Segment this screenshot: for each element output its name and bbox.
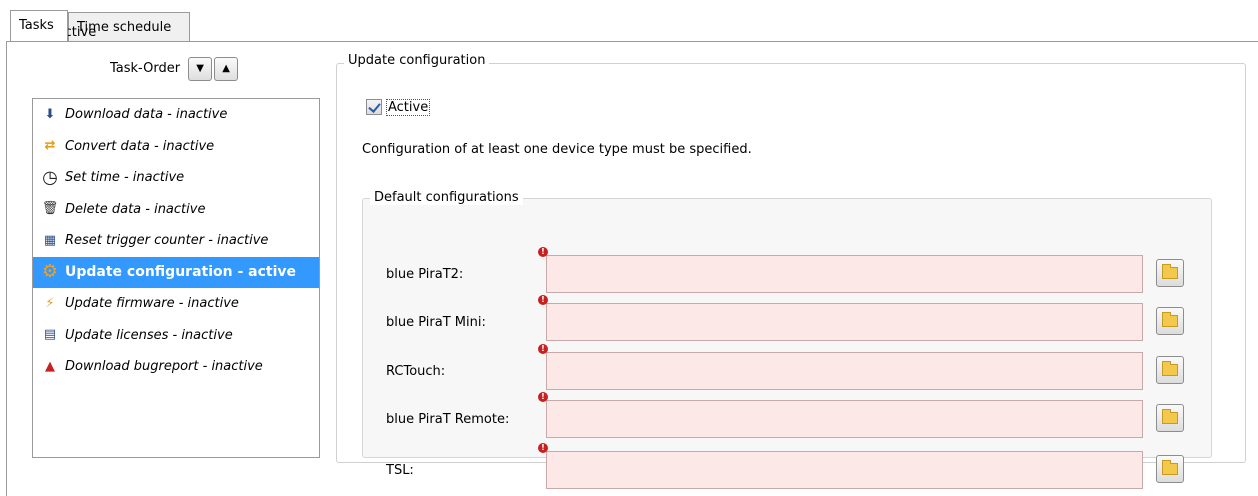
config-row-blue-pirat2: blue PiraT2: !: [0, 247, 1258, 295]
config-row-blue-pirat-remote: blue PiraT Remote: !: [0, 392, 1258, 440]
counter-icon: ▦: [43, 232, 57, 248]
error-icon: !: [538, 344, 548, 354]
config-row-rctouch: RCTouch: !: [0, 344, 1258, 392]
trash-icon: 🗑: [41, 201, 59, 216]
config-row-tsl: TSL: !: [0, 443, 1258, 491]
browse-button[interactable]: [1156, 356, 1184, 384]
task-label: Delete data - inactive: [65, 201, 206, 217]
config-label: blue PiraT Mini:: [386, 315, 486, 330]
default-configurations-title: Default configurations: [370, 190, 523, 205]
error-icon: !: [538, 247, 548, 257]
task-label: Set time - inactive: [65, 170, 185, 185]
list-item[interactable]: ▦ Reset trigger counter - inactive: [33, 225, 319, 257]
group-active-checkbox[interactable]: [366, 99, 382, 115]
task-order-label: Task-Order: [110, 61, 181, 76]
group-active-label[interactable]: Active: [386, 98, 431, 116]
task-order-controls: Task-Order ▼ ▲: [110, 56, 239, 82]
config-path-input[interactable]: [546, 303, 1143, 341]
clock-icon: ◷: [42, 166, 58, 188]
convert-icon: ⇄: [44, 138, 56, 153]
list-item[interactable]: ⇄ Convert data - inactive: [33, 131, 319, 163]
browse-button[interactable]: [1156, 455, 1184, 483]
folder-icon: [1162, 311, 1178, 327]
group-active-row[interactable]: Active: [366, 98, 431, 116]
config-path-input[interactable]: [546, 352, 1143, 390]
error-icon: !: [538, 295, 548, 305]
task-label: Download data - inactive: [65, 107, 228, 122]
config-path-input[interactable]: [546, 451, 1143, 489]
list-item[interactable]: ◷ Set time - inactive: [33, 162, 319, 194]
info-text: Configuration of at least one device typ…: [362, 142, 752, 157]
config-label: TSL:: [386, 463, 414, 478]
error-icon: !: [538, 392, 548, 402]
config-path-input[interactable]: [546, 400, 1143, 438]
config-label: blue PiraT Remote:: [386, 412, 510, 427]
folder-icon: [1162, 263, 1178, 279]
chevron-up-icon: ▲: [222, 62, 230, 74]
error-icon: !: [538, 443, 548, 453]
tab-tasks[interactable]: Tasks: [10, 10, 68, 41]
move-down-button[interactable]: ▼: [188, 56, 213, 81]
config-row-blue-pirat-mini: blue PiraT Mini: !: [0, 295, 1258, 343]
task-label: Convert data - inactive: [65, 138, 215, 154]
config-label: RCTouch:: [386, 364, 446, 379]
list-item[interactable]: ⬇ Download data - inactive: [33, 99, 319, 131]
folder-icon: [1162, 360, 1178, 376]
folder-icon: [1162, 459, 1178, 475]
browse-button[interactable]: [1156, 404, 1184, 432]
config-label: blue PiraT2:: [386, 267, 464, 282]
download-icon: ⬇: [44, 106, 56, 122]
tab-bar: Tasks Time schedule: [0, 0, 1258, 42]
task-label: Reset trigger counter - inactive: [65, 233, 269, 248]
folder-icon: [1162, 408, 1178, 424]
config-path-input[interactable]: [546, 255, 1143, 293]
browse-button[interactable]: [1156, 307, 1184, 335]
chevron-down-icon: ▼: [196, 62, 204, 74]
list-item[interactable]: 🗑 Delete data - inactive: [33, 194, 319, 226]
browse-button[interactable]: [1156, 259, 1184, 287]
move-up-button[interactable]: ▲: [214, 56, 239, 81]
group-title: Update configuration: [344, 53, 490, 68]
